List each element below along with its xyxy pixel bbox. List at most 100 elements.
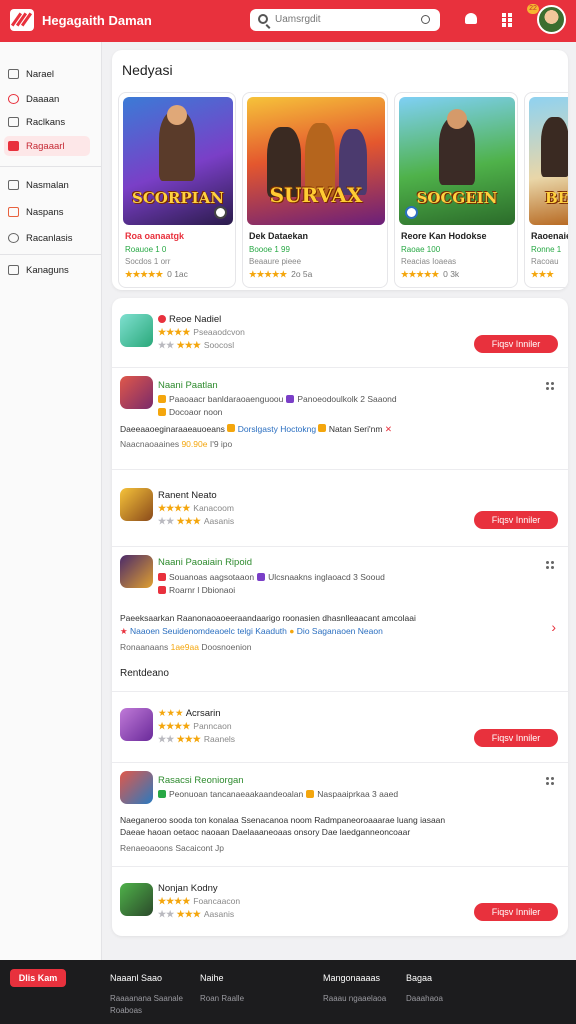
brand-name: Hegagaith Daman — [42, 13, 152, 28]
notification-badge: 22 — [527, 4, 539, 14]
app-icon — [120, 376, 153, 409]
more-icon[interactable] — [546, 561, 554, 569]
sidebar-item-home[interactable]: Narael — [4, 64, 90, 84]
app-details: Souanoas aagsotaaon Ulcsnaakns inglaoacd … — [158, 572, 385, 582]
list-item[interactable]: ★★★ Acrsarin ★★★★ Panncaon ★★ ★★★ Raanels … — [112, 692, 568, 768]
game-genre: Racoau — [531, 257, 559, 266]
app-icon — [120, 771, 153, 804]
footer-heading: Naihe — [200, 973, 224, 983]
footer-link[interactable]: Roan Raalle — [200, 994, 244, 1003]
sidebar-item-label: Naspans — [26, 207, 64, 218]
featured-card[interactable]: BE Raoenaie Ronne 1 Racoau ★★★ — [524, 92, 568, 288]
app-name: ★★★ Acrsarin — [158, 708, 221, 719]
app-name: Rasacsi Reoniorgan — [158, 775, 244, 786]
game-cover-image: BE — [529, 97, 568, 225]
game-cover-image: SCORPIAN — [123, 97, 233, 225]
game-price: Ronne 1 — [531, 245, 562, 254]
search-placeholder: Uamsrgdit — [275, 14, 321, 25]
cover-title: SOCGEIN — [416, 189, 498, 207]
clear-icon[interactable] — [421, 15, 430, 24]
install-button[interactable]: Fiqsv Inniler — [474, 335, 558, 353]
sidebar-item-label: Nasmalan — [26, 180, 69, 191]
sidebar-item-downloads[interactable]: Naspans — [4, 202, 90, 222]
footer-heading: Naaanl Saao — [110, 973, 163, 983]
app-description: Daeae haoan oetaoc naoaan Daelaaaneoaas … — [120, 827, 411, 837]
app-meta: Naacnaoaaines 90.90e I'9 ipo — [120, 439, 233, 449]
featured-card[interactable]: SURVAX Dek Dataekan Boooe 1 99 Beaaure p… — [242, 92, 388, 288]
list-item[interactable]: Reoe Nadiel ★★★★ Pseaaodcvon ★★ ★★★ Soocos… — [112, 298, 568, 366]
game-rating: ★★★ — [531, 269, 554, 279]
sidebar-item-categories[interactable]: Kanaguns — [4, 260, 90, 280]
footer-link[interactable]: Raaau ngaaelaoa — [323, 994, 386, 1003]
search-input[interactable]: Uamsrgdit — [250, 9, 440, 31]
app-subheading: Rentdeano — [120, 668, 169, 679]
apps-grid-icon[interactable] — [500, 11, 516, 27]
section-title: Nedyasi — [122, 62, 173, 78]
sidebar: Narael Daaaan Raclkans Ragaaarl Nasmalan… — [0, 42, 102, 960]
cover-title: SCORPIAN — [132, 189, 224, 207]
app-rating: ★★★★ Panncaon — [158, 721, 232, 731]
sidebar-item-label: Ragaaarl — [26, 141, 65, 152]
footer-link[interactable]: Roaboas — [110, 1006, 142, 1015]
list-item[interactable]: Naani Paatlan Paaoaacr banldaraoaenguoou… — [112, 368, 568, 468]
game-name: Roa oanaatgk — [125, 231, 185, 241]
sidebar-item-label: Racanlasis — [26, 233, 73, 244]
app-name: Reoe Nadiel — [158, 314, 221, 325]
install-button[interactable]: Fiqsv Inniler — [474, 511, 558, 529]
footer-link[interactable]: Raaaanana Saanale — [110, 994, 183, 1003]
sidebar-item-rankings[interactable]: Raclkans — [4, 112, 90, 132]
circle-icon — [8, 94, 19, 104]
app-meta: Renaeoaoons Sacaicont Jp — [120, 843, 224, 853]
app-icon — [120, 555, 153, 588]
app-icon — [120, 883, 153, 916]
user-avatar[interactable] — [537, 5, 566, 34]
app-details: Docoaor noon — [158, 407, 222, 417]
sidebar-divider — [0, 166, 101, 167]
chevron-right-icon[interactable]: › — [551, 619, 556, 635]
platform-icon — [405, 206, 418, 219]
folder-icon — [8, 265, 19, 275]
cover-title: SURVAX — [269, 183, 363, 207]
footer-heading: Bagaa — [406, 973, 433, 983]
sidebar-item-games[interactable]: Daaaan — [4, 89, 90, 109]
footer-heading: Mangonaaaas — [323, 973, 381, 983]
app-logo[interactable] — [10, 9, 34, 31]
game-name: Raoenaie — [531, 231, 568, 241]
list-item[interactable]: Rasacsi Reoniorgan Peonuoan tancanaeaaka… — [112, 763, 568, 867]
app-rating-secondary: ★★ ★★★ Aasanis — [158, 516, 235, 526]
more-icon[interactable] — [546, 777, 554, 785]
game-price: Raoae 100 — [401, 245, 441, 254]
notification-icon[interactable] — [463, 11, 479, 27]
sidebar-item-active[interactable]: Ragaaarl — [4, 136, 90, 156]
app-rating: ★★★★ Kanacoom — [158, 503, 234, 513]
featured-card[interactable]: SCORPIAN Roa oanaatgk Roauoe 1 0 Socdos … — [118, 92, 236, 288]
app-name: Naani Paoaiain Ripoid — [158, 557, 253, 568]
list-item[interactable]: Naani Paoaiain Ripoid Souanoas aagsotaao… — [112, 547, 568, 691]
app-rating-secondary: ★★ ★★★ Aasanis — [158, 909, 235, 919]
game-cover-image: SURVAX — [247, 97, 385, 225]
game-genre: Beaaure pieee — [249, 257, 302, 266]
briefcase-icon — [8, 117, 19, 127]
sidebar-item-settings[interactable]: Racanlasis — [4, 228, 90, 248]
install-button[interactable]: Fiqsv Inniler — [474, 903, 558, 921]
app-meta: Ronaanaans 1ae9aa Doosnoenion — [120, 642, 252, 652]
featured-card[interactable]: SOCGEIN Reore Kan Hodokse Raoae 100 Reac… — [394, 92, 518, 288]
footer-link[interactable]: Daaahaoa — [406, 994, 443, 1003]
sidebar-item-library[interactable]: Nasmalan — [4, 175, 90, 195]
app-name: Nonjan Kodny — [158, 883, 218, 894]
list-item[interactable]: Nonjan Kodny ★★★★ Foancaacon ★★ ★★★ Aasani… — [112, 867, 568, 935]
list-item[interactable]: Ranent Neato ★★★★ Kanacoom ★★ ★★★ Aasanis … — [112, 470, 568, 546]
app-rating: ★★★★ Pseaaodcvon — [158, 327, 245, 337]
grid-icon — [8, 69, 19, 79]
footer: Dlis Kam Naaanl Saao Raaaanana Saanale R… — [0, 960, 576, 1024]
search-icon — [258, 14, 268, 24]
game-rating: ★★★★★ 0 3k — [401, 269, 460, 279]
install-button[interactable]: Fiqsv Inniler — [474, 729, 558, 747]
more-icon[interactable] — [546, 382, 554, 390]
footer-logo[interactable]: Dlis Kam — [10, 969, 66, 987]
game-genre: Reacias Ioaeas — [401, 257, 457, 266]
cover-title: BE — [544, 189, 568, 207]
sidebar-item-label: Kanaguns — [26, 265, 69, 276]
app-icon — [120, 488, 153, 521]
app-details: Roarnr l Dbionaoi — [158, 585, 235, 595]
